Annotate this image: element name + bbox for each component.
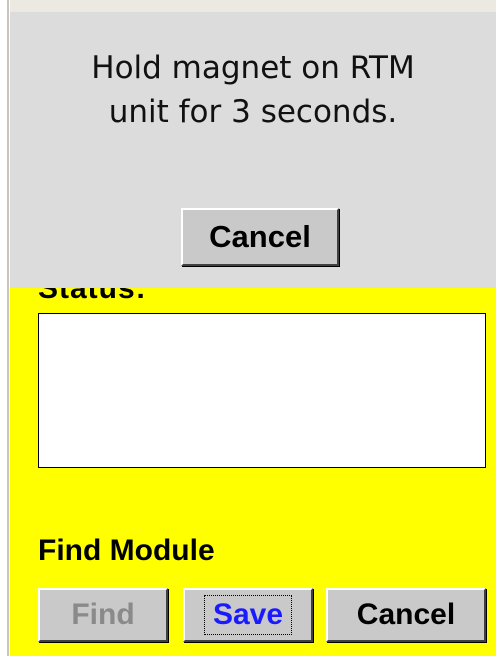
dialog-message: Hold magnet on RTM unit for 3 seconds. — [91, 50, 415, 130]
border-line — [7, 0, 9, 656]
dialog-cancel-button[interactable]: Cancel — [181, 208, 339, 266]
save-button[interactable]: Save — [183, 588, 313, 642]
status-text-area[interactable] — [38, 313, 486, 468]
save-button-label: Save — [203, 595, 293, 635]
find-button-label: Find — [71, 598, 135, 631]
window-left-border — [0, 0, 10, 656]
cancel-button[interactable]: Cancel — [326, 588, 486, 642]
dialog-cancel-label: Cancel — [209, 219, 311, 254]
magnet-prompt-dialog: Hold magnet on RTM unit for 3 seconds. C… — [10, 12, 496, 288]
find-button[interactable]: Find — [38, 588, 168, 642]
find-module-heading: Find Module — [38, 534, 215, 567]
cancel-button-label: Cancel — [356, 598, 456, 631]
window-top-edge — [0, 0, 496, 12]
app-window: Status: Find Module Find Save Cancel Hol… — [0, 0, 496, 656]
